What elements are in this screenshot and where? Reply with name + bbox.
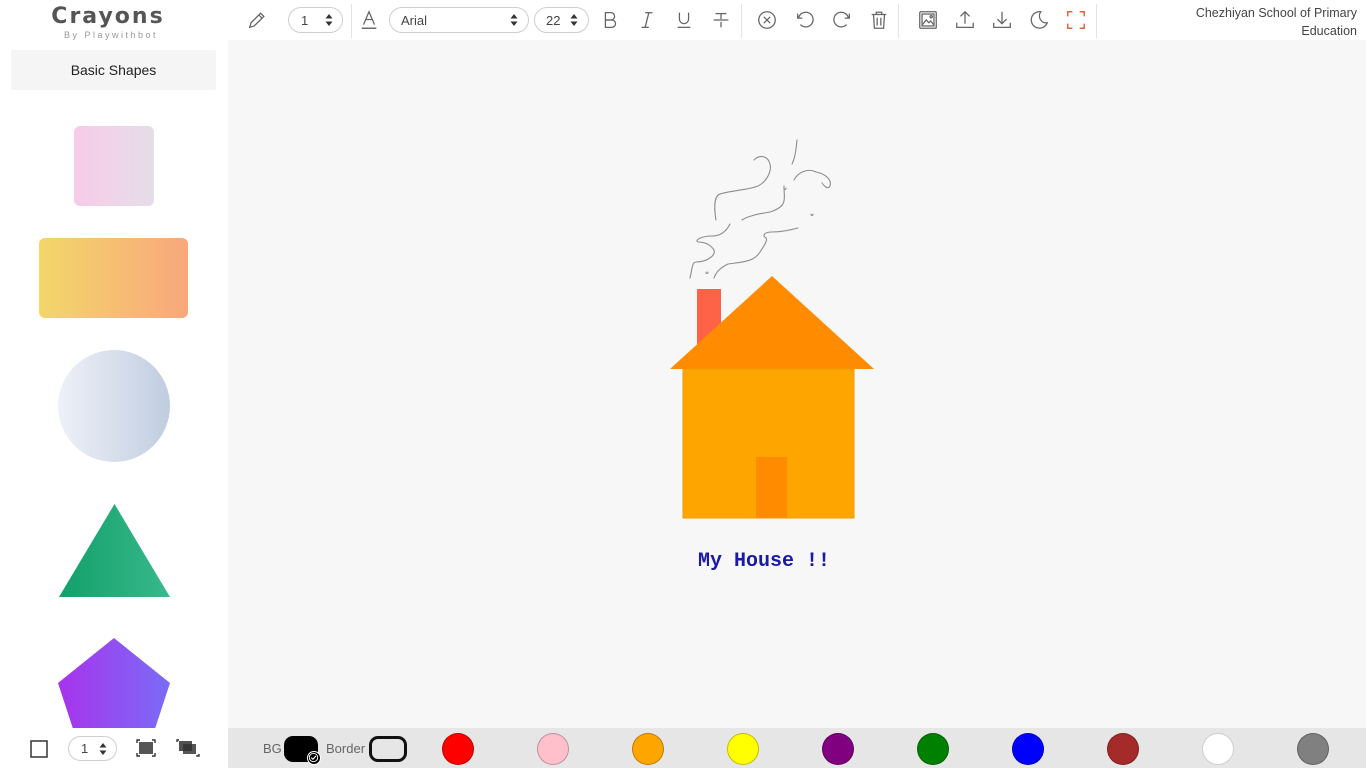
smoke-strokes — [689, 139, 831, 279]
circle-shape[interactable] — [58, 350, 170, 462]
color-swatch-gray[interactable] — [1297, 733, 1329, 765]
font-size-select[interactable]: 22 — [534, 7, 589, 33]
color-swatch-purple[interactable] — [822, 733, 854, 765]
font-size-value: 22 — [546, 12, 561, 28]
app-logo: Crayons By Playwithbot — [0, 0, 216, 44]
select-arrows-icon — [570, 14, 578, 26]
color-swatch-yellow[interactable] — [727, 733, 759, 765]
dark-mode-icon[interactable] — [1024, 0, 1054, 40]
logo-title: Crayons — [51, 4, 165, 29]
shape-controls: 1 — [0, 728, 228, 768]
download-icon[interactable] — [987, 0, 1017, 40]
color-swatch-blue[interactable] — [1012, 733, 1044, 765]
image-icon[interactable] — [913, 0, 943, 40]
canvas-caption[interactable]: My House !! — [698, 550, 898, 573]
font-family-value: Arial — [401, 12, 428, 28]
door — [756, 457, 787, 518]
shapes-sidebar: Basic Shapes — [0, 40, 228, 728]
check-icon — [307, 751, 321, 765]
color-swatch-orange[interactable] — [632, 733, 664, 765]
font-color-icon[interactable] — [354, 0, 384, 40]
border-size-stepper[interactable]: 1 — [68, 736, 117, 761]
border-color-swatch[interactable] — [369, 736, 407, 762]
border-label: Border — [326, 740, 366, 756]
logo-subtitle: By Playwithbot — [63, 30, 159, 40]
bg-color-swatch[interactable] — [284, 736, 321, 765]
pencil-icon[interactable] — [242, 0, 272, 40]
font-family-select[interactable]: Arial — [389, 7, 529, 33]
canvas-drawing — [670, 139, 874, 519]
border-size-value: 1 — [81, 741, 89, 756]
pen-size-value: 1 — [301, 12, 309, 28]
school-name: Chezhiyan School of Primary Education — [1195, 6, 1357, 38]
underline-icon[interactable] — [669, 0, 699, 40]
fullscreen-icon[interactable] — [1061, 0, 1091, 40]
color-swatch-pink[interactable] — [537, 733, 569, 765]
bold-icon[interactable] — [595, 0, 625, 40]
send-back-icon[interactable] — [176, 739, 200, 757]
trash-icon[interactable] — [864, 0, 894, 40]
undo-icon[interactable] — [790, 0, 820, 40]
stepper-arrows-icon — [325, 14, 333, 26]
color-swatch-brown[interactable] — [1107, 733, 1139, 765]
italic-icon[interactable] — [632, 0, 662, 40]
pentagon-shape[interactable] — [58, 638, 170, 728]
bg-label: BG — [263, 740, 282, 756]
triangle-shape[interactable] — [59, 504, 170, 597]
pen-size-stepper[interactable]: 1 — [288, 7, 343, 33]
top-toolbar: 1 Arial 22 Chezhiyan School of Primary E… — [228, 0, 1366, 40]
square-outline-icon[interactable] — [30, 740, 48, 758]
color-bar: BG Border — [228, 728, 1366, 768]
redo-icon[interactable] — [827, 0, 857, 40]
tab-basic-shapes[interactable]: Basic Shapes — [11, 50, 216, 90]
upload-icon[interactable] — [950, 0, 980, 40]
clear-icon[interactable] — [752, 0, 782, 40]
drawing-canvas[interactable]: My House !! — [228, 40, 1366, 728]
rectangle-shape[interactable] — [39, 238, 188, 318]
color-swatch-green[interactable] — [917, 733, 949, 765]
color-swatch-red[interactable] — [442, 733, 474, 765]
bring-front-icon[interactable] — [136, 739, 156, 757]
strikethrough-icon[interactable] — [706, 0, 736, 40]
color-swatch-white[interactable] — [1202, 733, 1234, 765]
square-shape[interactable] — [74, 126, 154, 206]
select-arrows-icon — [510, 14, 518, 26]
stepper-arrows-icon — [99, 743, 107, 755]
